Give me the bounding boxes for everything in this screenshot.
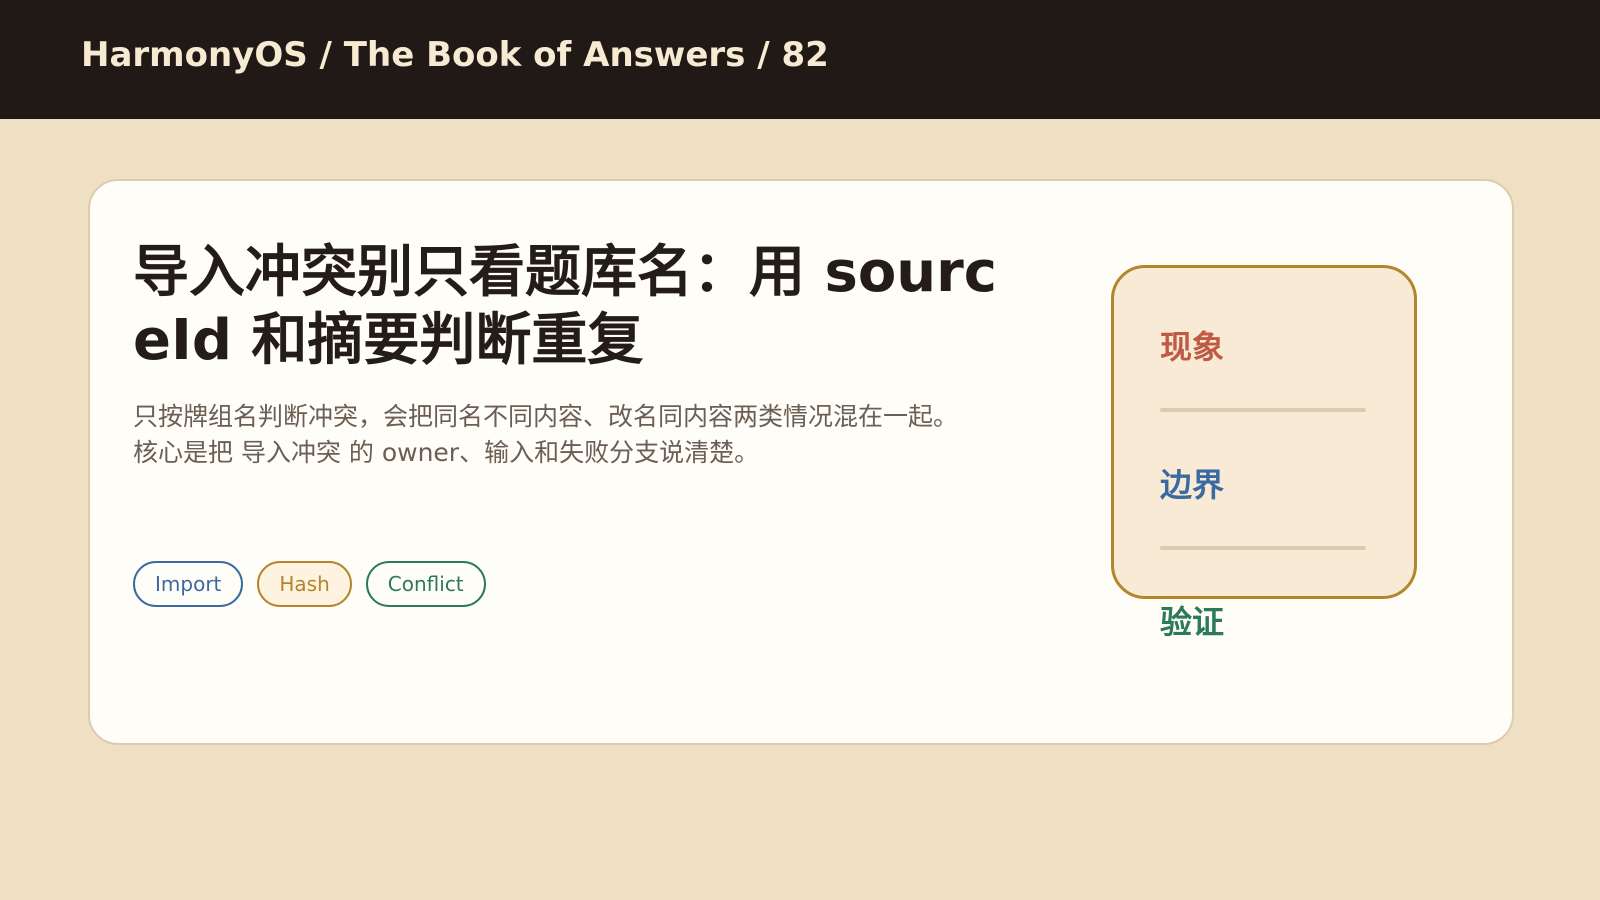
side-item-boundary[interactable]: 边界 [1160, 460, 1224, 506]
breadcrumb: HarmonyOS / The Book of Answers / 82 [81, 35, 829, 75]
description-line: 核心是把 导入冲突 的 owner、输入和失败分支说清楚。 [133, 438, 760, 467]
side-item-verification[interactable]: 验证 [1160, 597, 1224, 643]
tag-hash[interactable]: Hash [257, 561, 352, 607]
top-bar: HarmonyOS / The Book of Answers / 82 [0, 0, 1600, 119]
divider [1160, 408, 1366, 412]
side-item-phenomenon[interactable]: 现象 [1160, 322, 1224, 368]
tag-import[interactable]: Import [133, 561, 244, 607]
tag-list: Import Hash Conflict [133, 561, 486, 607]
page-title: 导入冲突别只看题库名：用 sourceId 和摘要判断重复 [133, 240, 997, 373]
tag-conflict[interactable]: Conflict [365, 561, 486, 607]
description-line: 只按牌组名判断冲突，会把同名不同内容、改名同内容两类情况混在一起。 [133, 402, 959, 431]
divider [1160, 546, 1366, 550]
description: 只按牌组名判断冲突，会把同名不同内容、改名同内容两类情况混在一起。 核心是把 导… [133, 399, 1033, 471]
